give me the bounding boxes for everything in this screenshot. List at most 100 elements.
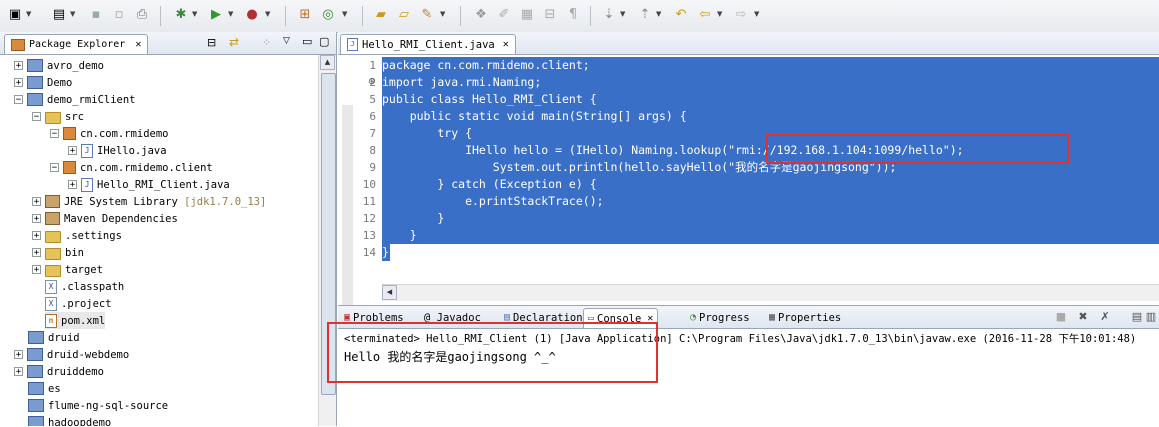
- tree-row-maven-dependencies[interactable]: + Maven Dependencies: [32, 210, 178, 227]
- tree-row-settings[interactable]: + .settings: [32, 227, 122, 244]
- tab-properties[interactable]: ▦ Properties: [765, 308, 845, 327]
- print-icon[interactable]: ⎙: [133, 6, 151, 24]
- expand-icon[interactable]: +: [14, 61, 23, 71]
- new-dropdown-arrow[interactable]: ▼: [26, 10, 31, 18]
- back-dropdown-arrow[interactable]: ▼: [717, 10, 722, 18]
- tree-row-avro-demo[interactable]: + avro_demo: [14, 57, 104, 74]
- scroll-lock-icon[interactable]: ▥: [1144, 310, 1158, 324]
- expand-icon[interactable]: +: [32, 265, 41, 275]
- editor-horizontal-scrollbar[interactable]: ◀: [382, 284, 1159, 301]
- forward-dropdown-arrow[interactable]: ▼: [754, 10, 759, 18]
- tree-row-druid[interactable]: druid: [28, 329, 80, 346]
- tree-row-jre-library[interactable]: + JRE System Library [jdk1.7.0_13]: [32, 193, 266, 210]
- debug-dropdown-arrow[interactable]: ▼: [192, 10, 197, 18]
- last-edit-icon[interactable]: ↶: [672, 6, 690, 24]
- tree-row-project[interactable]: X .project: [45, 295, 112, 312]
- next-annotation-dropdown-arrow[interactable]: ▼: [620, 10, 625, 18]
- paragraph-icon[interactable]: ¶: [564, 6, 582, 24]
- external-tools-dropdown-arrow[interactable]: ▼: [265, 10, 270, 18]
- maximize-icon[interactable]: ▢: [319, 35, 329, 48]
- tree-row-hadoopdemo[interactable]: hadoopdemo: [28, 414, 111, 426]
- code-line[interactable]: }: [382, 244, 390, 261]
- new-class-dropdown-arrow[interactable]: ▼: [342, 10, 347, 18]
- tab-progress[interactable]: ◔ Progress: [686, 308, 754, 327]
- code-line[interactable]: package cn.com.rmidemo.client;: [382, 57, 1159, 74]
- remove-launch-icon[interactable]: ✖: [1076, 310, 1090, 324]
- expand-icon[interactable]: +: [68, 146, 77, 156]
- scroll-up-arrow-icon[interactable]: ▲: [320, 55, 335, 70]
- search-icon[interactable]: ✎: [418, 6, 436, 24]
- expand-icon[interactable]: +: [14, 78, 23, 88]
- clear-console-icon[interactable]: ▤: [1130, 310, 1144, 324]
- collapse-icon[interactable]: −: [32, 112, 41, 122]
- fold-expand-icon[interactable]: ⊕: [368, 77, 376, 87]
- expand-icon[interactable]: +: [32, 214, 41, 224]
- code-line[interactable]: }: [382, 227, 1159, 244]
- view-menu-arrow-icon[interactable]: ▽: [283, 36, 290, 46]
- mark-occurrences-icon[interactable]: ✐: [495, 6, 513, 24]
- expand-icon[interactable]: +: [32, 248, 41, 258]
- new-java-class-icon[interactable]: ◎: [319, 6, 337, 24]
- tree-row-target[interactable]: + target: [32, 261, 103, 278]
- open-folder-icon[interactable]: ▱: [395, 6, 413, 24]
- close-icon[interactable]: ✕: [135, 39, 141, 50]
- tree-row-src[interactable]: − src: [32, 108, 84, 125]
- code-line[interactable]: } catch (Exception e) {: [382, 176, 1159, 193]
- expand-icon[interactable]: +: [32, 231, 41, 241]
- tree-row-package-rmidemo[interactable]: − cn.com.rmidemo: [50, 125, 169, 142]
- toggle-annotation-icon[interactable]: ❖: [472, 6, 490, 24]
- new-icon[interactable]: ▣: [6, 6, 24, 24]
- code-line[interactable]: }: [382, 210, 1159, 227]
- expand-icon[interactable]: +: [68, 180, 77, 190]
- forward-icon[interactable]: ⇨: [732, 6, 750, 24]
- tree-row-es[interactable]: es: [28, 380, 61, 397]
- tree-row-package-client[interactable]: − cn.com.rmidemo.client: [50, 159, 213, 176]
- collapse-icon[interactable]: −: [50, 163, 59, 173]
- code-editor[interactable]: package cn.com.rmidemo.client; import ja…: [382, 55, 1159, 300]
- expand-icon[interactable]: +: [14, 367, 23, 377]
- open-type-icon[interactable]: ▰: [372, 6, 390, 24]
- tree-row-pom-xml[interactable]: m pom.xml: [45, 312, 106, 329]
- view-menu-icon[interactable]: ⁘: [262, 36, 271, 49]
- external-tools-icon[interactable]: ●: [243, 6, 261, 24]
- expand-icon[interactable]: +: [14, 350, 23, 360]
- tree-row-bin[interactable]: + bin: [32, 244, 84, 261]
- new-wizard-dropdown-arrow[interactable]: ▼: [70, 10, 75, 18]
- save-icon[interactable]: ▪: [87, 6, 105, 24]
- tree-row-flume-ng-sql-source[interactable]: flume-ng-sql-source: [28, 397, 168, 414]
- minimize-icon[interactable]: ▭: [302, 35, 312, 48]
- terminate-icon[interactable]: ■: [1054, 310, 1068, 324]
- tree-row-demo[interactable]: + Demo: [14, 74, 72, 91]
- code-line[interactable]: import java.rmi.Naming;: [382, 74, 1159, 91]
- expand-icon[interactable]: +: [32, 197, 41, 207]
- next-annotation-icon[interactable]: ⇣: [600, 6, 618, 24]
- back-icon[interactable]: ⇦: [696, 6, 714, 24]
- tree-row-classpath[interactable]: X .classpath: [45, 278, 124, 295]
- tree-row-ihello-java[interactable]: + J IHello.java: [68, 142, 167, 159]
- editor-tab[interactable]: J Hello_RMI_Client.java ✕: [340, 34, 516, 54]
- package-explorer-tab[interactable]: Package Explorer ✕: [4, 34, 149, 54]
- show-whitespace-icon[interactable]: ▦: [518, 6, 536, 24]
- code-line[interactable]: public static void main(String[] args) {: [382, 108, 1159, 125]
- tree-row-hello-rmi-client-java[interactable]: + J Hello_RMI_Client.java: [68, 176, 230, 193]
- tree-row-druiddemo[interactable]: + druiddemo: [14, 363, 104, 380]
- collapse-icon[interactable]: −: [50, 129, 59, 139]
- collapse-all-icon[interactable]: ⊟: [207, 36, 216, 49]
- run-dropdown-arrow[interactable]: ▼: [228, 10, 233, 18]
- collapse-icon[interactable]: −: [14, 95, 23, 105]
- link-with-editor-icon[interactable]: ⇄: [229, 35, 239, 49]
- new-wizard-icon[interactable]: ▤: [50, 6, 68, 24]
- tree-row-druid-webdemo[interactable]: + druid-webdemo: [14, 346, 129, 363]
- code-line[interactable]: e.printStackTrace();: [382, 193, 1159, 210]
- block-selection-icon[interactable]: ⊟: [541, 6, 559, 24]
- tree-row-demo-rmiclient[interactable]: − demo_rmiClient: [14, 91, 136, 108]
- scroll-left-arrow-icon[interactable]: ◀: [382, 285, 397, 300]
- code-line[interactable]: public class Hello_RMI_Client {: [382, 91, 1159, 108]
- close-icon[interactable]: ✕: [503, 39, 509, 50]
- new-java-package-icon[interactable]: ⊞: [296, 6, 314, 24]
- remove-all-launches-icon[interactable]: ✗: [1098, 310, 1112, 324]
- search-dropdown-arrow[interactable]: ▼: [440, 10, 445, 18]
- save-all-icon[interactable]: ▫: [110, 6, 128, 24]
- debug-icon[interactable]: ✱: [172, 6, 190, 24]
- prev-annotation-icon[interactable]: ⇡: [636, 6, 654, 24]
